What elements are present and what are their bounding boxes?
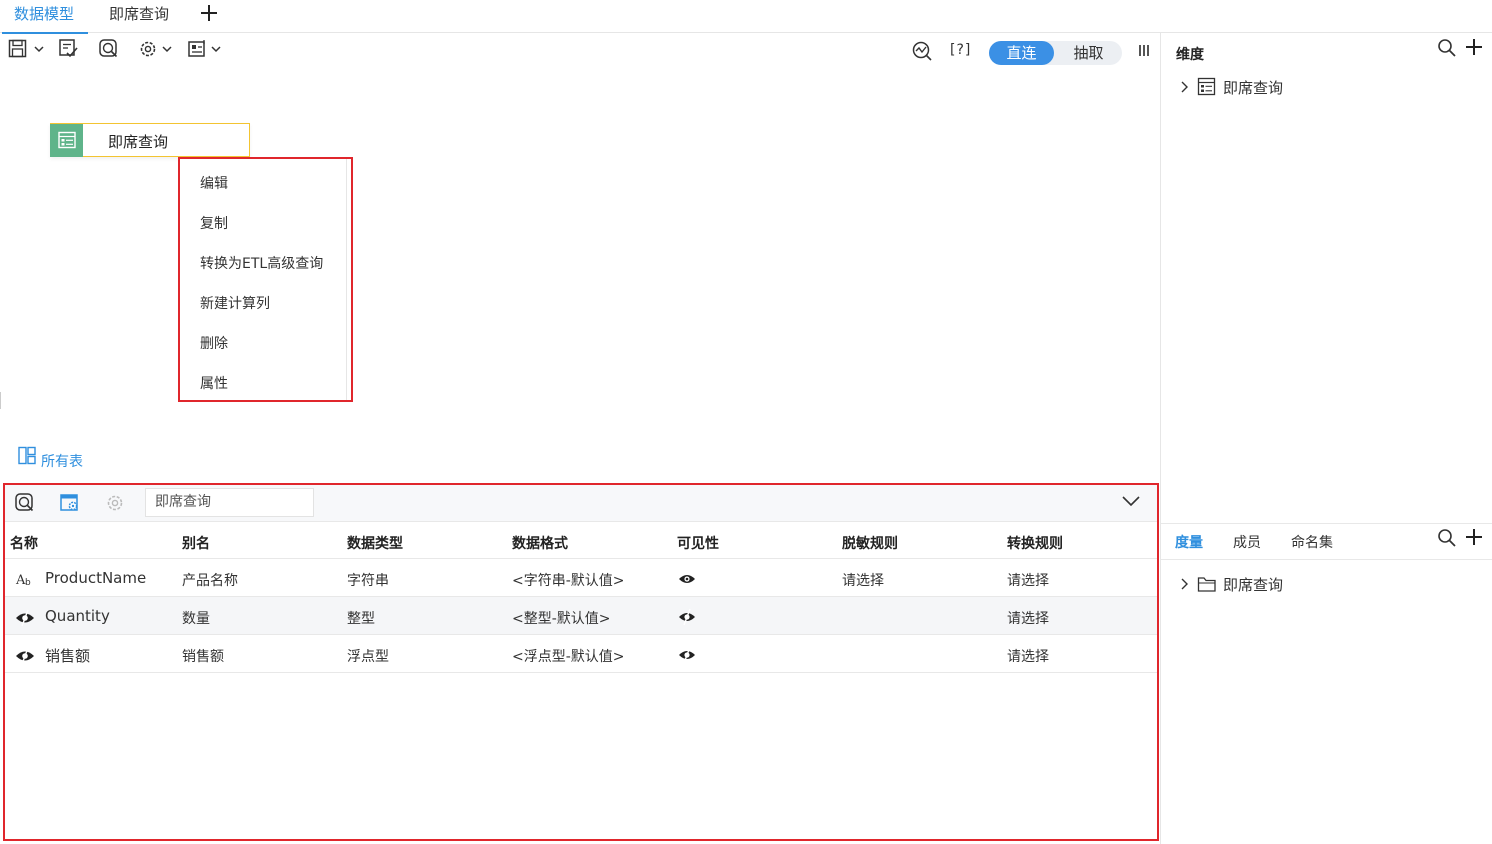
search-icon[interactable]	[1437, 528, 1457, 548]
text-field-icon: A b	[15, 573, 31, 587]
column-bars-icon[interactable]	[1138, 45, 1150, 57]
col-convert-rule[interactable]: 转换规则	[1007, 533, 1063, 553]
analysis-button[interactable]	[911, 40, 933, 62]
menu-item-edit[interactable]: 编辑	[200, 173, 228, 193]
table-node-label: 即席查询	[108, 133, 169, 151]
magnifier-frame-icon	[99, 39, 118, 58]
field-type[interactable]: 整型	[347, 608, 375, 628]
col-visibility[interactable]: 可见性	[677, 533, 719, 553]
add-icon[interactable]	[1465, 38, 1483, 56]
tab-bar: 数据模型 即席查询	[0, 0, 1492, 34]
all-tables-link[interactable]: 所有表	[18, 446, 83, 470]
menu-item-new-calc-column[interactable]: 新建计算列	[200, 293, 270, 313]
save-menu-button[interactable]	[8, 38, 48, 60]
measure-field-icon	[16, 609, 34, 627]
field-convert-rule[interactable]: 请选择	[1007, 570, 1049, 590]
table-node-icon	[50, 124, 83, 157]
col-name[interactable]: 名称	[10, 533, 38, 553]
search-icon[interactable]	[1437, 38, 1457, 58]
col-data-format[interactable]: 数据格式	[512, 533, 568, 553]
check-button[interactable]	[58, 38, 80, 60]
tab-adhoc-query[interactable]: 即席查询	[109, 0, 169, 33]
table-row[interactable]: Quantity 数量 整型 <整型-默认值> 请选择	[5, 597, 1157, 635]
field-panel-toolbar: 即席查询	[5, 485, 1157, 522]
svg-text:b: b	[25, 578, 31, 587]
menu-scrollbar[interactable]	[346, 159, 347, 400]
help-button[interactable]: [?]	[950, 42, 971, 58]
field-format[interactable]: <浮点型-默认值>	[512, 646, 625, 666]
table-icon	[1197, 77, 1216, 96]
eye-slash-icon[interactable]	[678, 646, 696, 664]
tab-member[interactable]: 成员	[1233, 532, 1261, 552]
field-panel: 即席查询 名称 别名 数据类型 数据格式 可见性 脱敏规则 转换规则 A b P…	[3, 483, 1159, 841]
field-format[interactable]: <字符串-默认值>	[512, 570, 625, 590]
gear-disabled-icon	[107, 495, 123, 511]
table-header: 名称 别名 数据类型 数据格式 可见性 脱敏规则 转换规则	[5, 522, 1157, 559]
field-alias[interactable]: 产品名称	[182, 570, 238, 590]
field-name: ProductName	[45, 569, 147, 587]
context-menu: 编辑 复制 转换为ETL高级查询 新建计算列 删除 属性	[178, 157, 353, 402]
save-icon	[8, 39, 44, 58]
layout-menu-button[interactable]	[187, 38, 225, 60]
field-alias[interactable]: 销售额	[182, 646, 224, 666]
connection-mode-toggle[interactable]: 直连 抽取	[989, 41, 1122, 65]
mode-extract[interactable]: 抽取	[1055, 41, 1122, 65]
trend-magnifier-icon	[912, 41, 932, 61]
col-alias[interactable]: 别名	[182, 533, 210, 553]
folder-icon	[1197, 577, 1216, 592]
measure-field-icon	[16, 647, 34, 665]
measure-tree-label: 即席查询	[1223, 576, 1284, 594]
right-panel: 维度 即席查询 度量 成员 命名集 即席查询	[1160, 33, 1492, 844]
add-tab-icon[interactable]	[199, 2, 221, 24]
field-mask-rule[interactable]: 请选择	[842, 570, 884, 590]
field-type[interactable]: 字符串	[347, 570, 389, 590]
tabs-underline	[1161, 559, 1492, 560]
tab-measure[interactable]: 度量	[1175, 532, 1203, 552]
table-node[interactable]: 即席查询	[50, 123, 250, 157]
panel-divider[interactable]	[1161, 523, 1492, 524]
chevron-right-icon[interactable]	[1179, 81, 1189, 93]
canvas-edge-marker	[0, 392, 1, 409]
menu-item-convert-etl[interactable]: 转换为ETL高级查询	[200, 253, 323, 273]
gear-icon	[140, 41, 172, 57]
eye-icon[interactable]	[678, 573, 696, 585]
field-format[interactable]: <整型-默认值>	[512, 608, 611, 628]
add-icon[interactable]	[1465, 528, 1483, 546]
col-data-type[interactable]: 数据类型	[347, 533, 403, 553]
layout-icon	[188, 40, 221, 57]
col-mask-rule[interactable]: 脱敏规则	[842, 533, 898, 553]
field-alias[interactable]: 数量	[182, 608, 210, 628]
field-name: 销售额	[45, 647, 91, 665]
field-convert-rule[interactable]: 请选择	[1007, 608, 1049, 628]
settings-menu-button[interactable]	[138, 38, 176, 60]
tab-named-set[interactable]: 命名集	[1291, 532, 1333, 552]
menu-item-delete[interactable]: 删除	[200, 333, 228, 353]
grid-layout-icon	[18, 446, 36, 465]
table-row[interactable]: 销售额 销售额 浮点型 <浮点型-默认值> 请选择	[5, 635, 1157, 673]
dimension-title: 维度	[1176, 47, 1204, 63]
table-row[interactable]: A b ProductName 产品名称 字符串 <字符串-默认值> 请选择 请…	[5, 559, 1157, 597]
tab-data-model[interactable]: 数据模型	[1, 0, 89, 34]
table-settings-icon[interactable]	[59, 492, 81, 514]
chevron-down-icon[interactable]	[1121, 494, 1141, 508]
table-name-field[interactable]: 即席查询	[145, 488, 314, 517]
check-list-icon	[59, 39, 78, 58]
chevron-right-icon[interactable]	[1179, 578, 1189, 590]
preview-icon[interactable]	[14, 492, 36, 514]
field-type[interactable]: 浮点型	[347, 646, 389, 666]
field-name: Quantity	[45, 607, 110, 625]
dimension-tree-label: 即席查询	[1223, 79, 1284, 97]
mode-direct[interactable]: 直连	[989, 41, 1054, 65]
all-tables-label: 所有表	[41, 454, 83, 470]
menu-item-properties[interactable]: 属性	[200, 373, 228, 393]
field-convert-rule[interactable]: 请选择	[1007, 646, 1049, 666]
preview-button[interactable]	[98, 38, 120, 60]
menu-item-copy[interactable]: 复制	[200, 213, 228, 233]
eye-slash-icon[interactable]	[678, 608, 696, 626]
